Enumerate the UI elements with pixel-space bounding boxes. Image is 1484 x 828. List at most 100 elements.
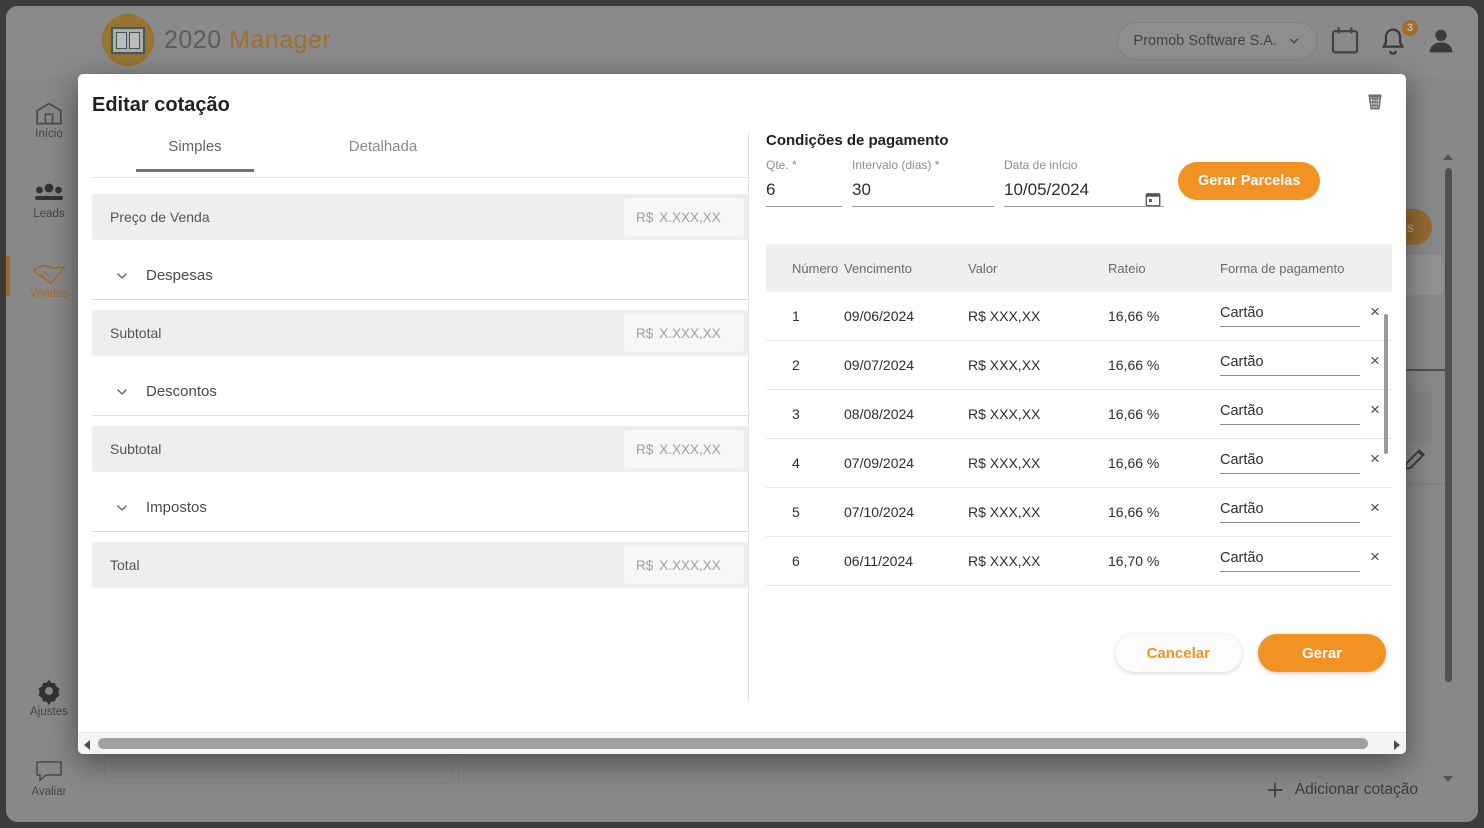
cell-vencimento: 08/08/2024 bbox=[844, 406, 915, 422]
calendar-picker-icon[interactable] bbox=[1144, 190, 1162, 213]
total-input[interactable]: R$ X.XXX,XX bbox=[624, 546, 744, 584]
intervalo-field[interactable]: Intervalo (dias) * 30 bbox=[852, 158, 994, 207]
row-label: Total bbox=[110, 557, 140, 573]
installments-table: Número Vencimento Valor Rateio Forma de … bbox=[766, 244, 1392, 586]
cell-valor: R$ XXX,XX bbox=[968, 504, 1041, 520]
cell-valor: R$ XXX,XX bbox=[968, 406, 1041, 422]
intervalo-label: Intervalo (dias) * bbox=[852, 158, 940, 172]
cancel-button[interactable]: Cancelar bbox=[1114, 634, 1242, 672]
field-underline bbox=[852, 206, 994, 207]
cell-numero: 5 bbox=[792, 504, 800, 520]
payment-conditions-title: Condições de pagamento bbox=[766, 132, 949, 149]
cell-rateio: 16,66 % bbox=[1108, 504, 1160, 520]
dialog-footer: Cancelar Gerar bbox=[1114, 634, 1386, 672]
scroll-left-arrow[interactable] bbox=[84, 740, 90, 750]
data-inicio-label: Data de início bbox=[1004, 158, 1078, 172]
column-header-numero: Número bbox=[792, 260, 839, 276]
currency-prefix: R$ bbox=[636, 557, 654, 573]
qte-input[interactable]: 6 bbox=[766, 172, 842, 200]
cell-numero: 3 bbox=[792, 406, 800, 422]
cell-rateio: 16,70 % bbox=[1108, 553, 1160, 569]
scroll-thumb[interactable] bbox=[98, 738, 1368, 749]
row-label: Subtotal bbox=[110, 325, 162, 341]
cell-vencimento: 07/09/2024 bbox=[844, 455, 915, 471]
subtotal-despesas-input[interactable]: R$ X.XXX,XX bbox=[624, 314, 744, 352]
section-impostos[interactable]: Impostos bbox=[92, 484, 748, 532]
quote-tabs: Simples Detalhada bbox=[92, 132, 748, 178]
cell-vencimento: 06/11/2024 bbox=[844, 553, 914, 569]
cell-rateio: 16,66 % bbox=[1108, 308, 1160, 324]
cell-valor: R$ XXX,XX bbox=[968, 553, 1041, 569]
panel-divider bbox=[748, 132, 749, 702]
remove-row-button[interactable]: × bbox=[1370, 351, 1380, 371]
forma-de-pagamento-select[interactable]: Cartão bbox=[1220, 403, 1360, 425]
field-underline bbox=[766, 206, 842, 207]
chevron-down-icon bbox=[114, 384, 130, 400]
qte-label: Qte. * bbox=[766, 158, 797, 172]
row-total: Total R$ X.XXX,XX bbox=[92, 542, 748, 588]
confirm-generate-button[interactable]: Gerar bbox=[1257, 634, 1386, 672]
cell-numero: 2 bbox=[792, 357, 800, 373]
remove-row-button[interactable]: × bbox=[1370, 498, 1380, 518]
cell-rateio: 16,66 % bbox=[1108, 455, 1160, 471]
cell-valor: R$ XXX,XX bbox=[968, 308, 1041, 324]
column-header-vencimento: Vencimento bbox=[844, 260, 912, 276]
remove-row-button[interactable]: × bbox=[1370, 302, 1380, 322]
dialog-title: Editar cotação bbox=[92, 94, 230, 116]
row-label: Subtotal bbox=[110, 441, 162, 457]
subtotal-descontos-input[interactable]: R$ X.XXX,XX bbox=[624, 430, 744, 468]
trash-icon[interactable] bbox=[1362, 88, 1392, 118]
scroll-right-arrow[interactable] bbox=[1394, 740, 1400, 750]
remove-row-button[interactable]: × bbox=[1370, 547, 1380, 567]
table-row: 1 09/06/2024 R$ XXX,XX 16,66 % Cartão × bbox=[766, 292, 1392, 341]
field-underline bbox=[1004, 206, 1164, 207]
tab-simples[interactable]: Simples bbox=[136, 138, 254, 172]
forma-de-pagamento-select[interactable]: Cartão bbox=[1220, 550, 1360, 572]
forma-de-pagamento-select[interactable]: Cartão bbox=[1220, 354, 1360, 376]
preco-de-venda-input[interactable]: R$ X.XXX,XX bbox=[624, 198, 744, 236]
remove-row-button[interactable]: × bbox=[1370, 449, 1380, 469]
cell-vencimento: 09/06/2024 bbox=[844, 308, 915, 324]
section-despesas[interactable]: Despesas bbox=[92, 252, 748, 300]
cell-numero: 4 bbox=[792, 455, 800, 471]
table-row: 3 08/08/2024 R$ XXX,XX 16,66 % Cartão × bbox=[766, 390, 1392, 439]
qte-field[interactable]: Qte. * 6 bbox=[766, 158, 842, 207]
table-row: 2 09/07/2024 R$ XXX,XX 16,66 % Cartão × bbox=[766, 341, 1392, 390]
data-inicio-field[interactable]: Data de início 10/05/2024 bbox=[1004, 158, 1164, 207]
scroll-thumb[interactable] bbox=[1384, 314, 1388, 454]
table-row: 6 06/11/2024 R$ XXX,XX 16,70 % Cartão × bbox=[766, 537, 1392, 586]
table-row: 5 07/10/2024 R$ XXX,XX 16,66 % Cartão × bbox=[766, 488, 1392, 537]
forma-de-pagamento-select[interactable]: Cartão bbox=[1220, 501, 1360, 523]
cell-vencimento: 09/07/2024 bbox=[844, 357, 915, 373]
forma-de-pagamento-select[interactable]: Cartão bbox=[1220, 452, 1360, 474]
section-descontos[interactable]: Descontos bbox=[92, 368, 748, 416]
generate-installments-button[interactable]: Gerar Parcelas bbox=[1178, 162, 1321, 200]
cell-valor: R$ XXX,XX bbox=[968, 455, 1041, 471]
data-inicio-input[interactable]: 10/05/2024 bbox=[1004, 172, 1164, 200]
currency-prefix: R$ bbox=[636, 325, 654, 341]
currency-prefix: R$ bbox=[636, 441, 654, 457]
row-label: Preço de Venda bbox=[110, 209, 210, 225]
table-row: 4 07/09/2024 R$ XXX,XX 16,66 % Cartão × bbox=[766, 439, 1392, 488]
cell-rateio: 16,66 % bbox=[1108, 406, 1160, 422]
section-label: Despesas bbox=[146, 267, 213, 284]
chevron-down-icon bbox=[114, 268, 130, 284]
cell-rateio: 16,66 % bbox=[1108, 357, 1160, 373]
dialog-horizontal-scrollbar[interactable] bbox=[78, 732, 1406, 754]
row-subtotal-despesas: Subtotal R$ X.XXX,XX bbox=[92, 310, 748, 356]
edit-quote-dialog: Editar cotação Simples Detalhada Preço d… bbox=[78, 74, 1406, 754]
table-header-row: Número Vencimento Valor Rateio Forma de … bbox=[766, 244, 1392, 292]
column-header-valor: Valor bbox=[968, 260, 998, 276]
intervalo-input[interactable]: 30 bbox=[852, 172, 994, 200]
table-vertical-scrollbar[interactable] bbox=[1384, 244, 1390, 674]
tab-detalhada[interactable]: Detalhada bbox=[324, 138, 442, 169]
chevron-down-icon bbox=[114, 500, 130, 516]
cell-vencimento: 07/10/2024 bbox=[844, 504, 915, 520]
amount-placeholder: X.XXX,XX bbox=[659, 557, 721, 573]
forma-de-pagamento-select[interactable]: Cartão bbox=[1220, 305, 1360, 327]
amount-placeholder: X.XXX,XX bbox=[659, 209, 721, 225]
row-subtotal-descontos: Subtotal R$ X.XXX,XX bbox=[92, 426, 748, 472]
remove-row-button[interactable]: × bbox=[1370, 400, 1380, 420]
column-header-forma-de-pagamento: Forma de pagamento bbox=[1220, 260, 1345, 276]
currency-prefix: R$ bbox=[636, 209, 654, 225]
